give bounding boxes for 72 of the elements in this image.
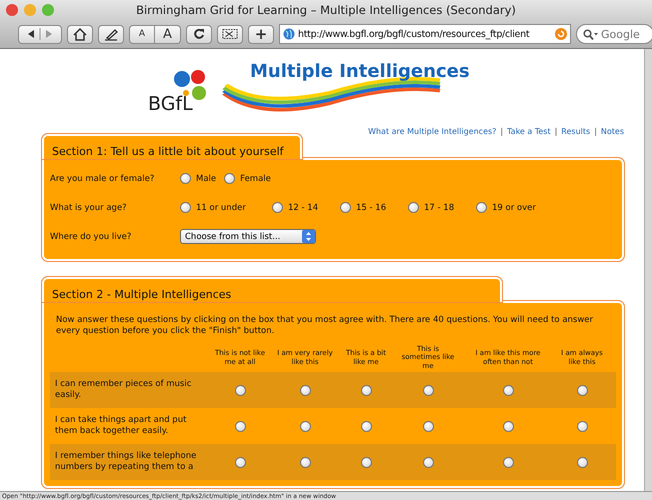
home-icon — [73, 28, 87, 40]
text-smaller-button[interactable]: A — [129, 24, 155, 44]
back-forward-buttons[interactable] — [18, 24, 62, 44]
radio-button[interactable] — [576, 384, 588, 396]
snippet-button[interactable] — [217, 24, 243, 44]
radio-button[interactable] — [422, 456, 434, 468]
option-label: 11 or under — [196, 202, 246, 212]
location-dropdown[interactable]: Choose from this list... — [180, 229, 316, 244]
nav-link[interactable]: Notes — [600, 127, 624, 136]
nav-link[interactable]: What are Multiple Intelligences? — [368, 127, 496, 136]
option-label: 12 - 14 — [288, 202, 318, 212]
question-label: What is your age? — [50, 202, 128, 212]
multiple-intelligences-logo: Multiple Intelligences — [220, 57, 480, 123]
radio-button[interactable] — [180, 202, 191, 213]
radio-button[interactable] — [224, 173, 236, 184]
instructions-text: Now answer these questions by clicking on the box that you most agree with. There are 40 questions. You will need to answer every question before you click the "Finish" button. — [56, 315, 594, 338]
link-separator: | — [500, 127, 504, 136]
radio-button[interactable] — [360, 384, 372, 396]
option-label: 19 or over — [492, 202, 536, 212]
radio-button[interactable] — [422, 384, 434, 396]
option-label: 17 - 18 — [424, 202, 454, 212]
radio-button[interactable] — [300, 384, 310, 396]
rss-icon[interactable] — [555, 28, 567, 40]
radio-button[interactable] — [340, 202, 351, 213]
radio-button[interactable] — [234, 420, 246, 432]
question-label: Where do you live? — [50, 232, 132, 242]
radio-button[interactable] — [476, 202, 487, 213]
question-text: I can take things apart and put them back together easily. — [54, 415, 188, 438]
radio-button[interactable] — [272, 202, 283, 213]
radio-button[interactable] — [180, 173, 191, 184]
radio-button[interactable] — [300, 456, 310, 468]
option-label: 15 - 16 — [356, 202, 386, 212]
radio-button[interactable] — [576, 456, 588, 468]
option-label: Female — [240, 174, 271, 184]
bgfl-logo: BGfL — [146, 66, 212, 114]
reload-button[interactable] — [186, 24, 212, 44]
question-label: Are you male or female? — [50, 174, 156, 184]
dropdown-arrows-icon — [302, 230, 315, 243]
address-field[interactable]: http://www.bgfl.org/bgfl/custom/resources_ftp/client — [279, 24, 571, 44]
link-separator: | — [554, 127, 558, 136]
home-button[interactable] — [67, 24, 93, 44]
pencil-icon — [103, 28, 119, 40]
close-button[interactable] — [6, 4, 18, 16]
question-text: I remember things like telephone numbers by repeating them to a — [54, 451, 198, 474]
radio-button[interactable] — [502, 420, 514, 432]
link-separator: | — [594, 127, 597, 136]
globe-icon — [283, 28, 295, 40]
nav-link[interactable]: Take a Test — [507, 127, 551, 136]
nav-link[interactable]: Results — [561, 127, 590, 136]
radio-button[interactable] — [502, 456, 514, 468]
window-title: Birmingham Grid for Learning – Multiple Intelligences (Secondary) — [136, 3, 516, 17]
radio-button[interactable] — [422, 420, 434, 432]
question-text: I can remember pieces of music easily. — [54, 379, 192, 402]
search-box[interactable]: Google — [576, 24, 652, 44]
radio-button[interactable] — [360, 456, 372, 468]
section-title: Section 2 - Multiple Intelligences — [52, 288, 232, 301]
search-icon — [583, 28, 599, 40]
scrollbar[interactable] — [644, 49, 652, 491]
radio-button[interactable] — [300, 420, 310, 432]
option-label: Male — [196, 174, 216, 184]
radio-button[interactable] — [408, 202, 419, 213]
add-bookmark-button[interactable]: + — [248, 24, 274, 44]
radio-button[interactable] — [576, 420, 588, 432]
radio-button[interactable] — [360, 420, 372, 432]
text-bigger-button[interactable]: A — [155, 24, 181, 44]
radio-button[interactable] — [234, 384, 246, 396]
url-text: http://www.bgfl.org/bgfl/custom/resources_ftp/client — [298, 28, 530, 40]
radio-button[interactable] — [502, 384, 514, 396]
reload-icon — [193, 28, 205, 40]
edit-button[interactable] — [98, 24, 124, 44]
section-title: Section 1: Tell us a little bit about yourself — [52, 145, 284, 158]
radio-button[interactable] — [234, 456, 246, 468]
